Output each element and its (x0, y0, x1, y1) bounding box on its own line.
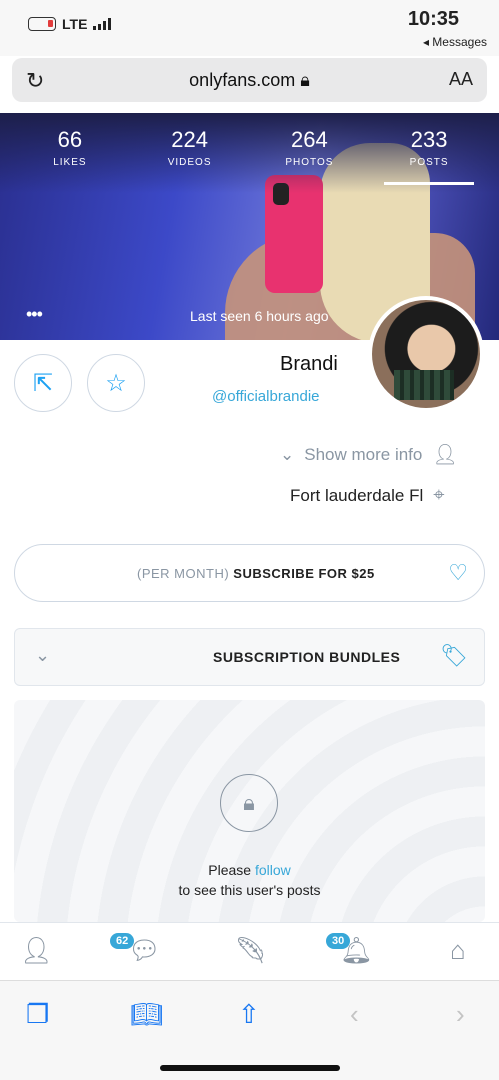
photos-label: PHOTOS (285, 157, 334, 168)
star-icon: ☆ (105, 369, 127, 397)
profile-handle[interactable]: @officialbrandie (212, 388, 320, 405)
stat-photos[interactable]: 264 PHOTOS (264, 127, 354, 187)
avatar[interactable] (368, 296, 484, 412)
share-icon: ⇱ (32, 369, 54, 397)
subscribe-price: SUBSCRIBE FOR $25 (233, 566, 375, 581)
home-icon[interactable]: ⌂ (450, 935, 466, 966)
follow-link[interactable]: follow (255, 862, 291, 878)
likes-label: LIKES (53, 157, 87, 168)
favorite-button[interactable]: ☆ (87, 354, 145, 412)
home-indicator (160, 1065, 340, 1071)
last-seen: Last seen 6 hours ago (190, 308, 329, 324)
posts-count: 233 (410, 127, 448, 152)
more-options-icon[interactable]: ••• (26, 304, 43, 325)
app-nav: 👤︎ 💬︎ 62 🪶︎ 🔔︎ 30 ⌂ (0, 922, 499, 980)
please-text: Please (208, 862, 252, 878)
share-button[interactable]: ⇱ (14, 354, 72, 412)
subscribe-label: (PER MONTH) SUBSCRIBE FOR $25 (137, 566, 375, 581)
feather-icon[interactable]: 🪶︎ (234, 935, 267, 966)
bundles-label: SUBSCRIPTION BUNDLES (213, 649, 401, 665)
status-time: 10:35 (407, 8, 459, 30)
posts-label: POSTS (409, 157, 449, 168)
price-tag-icon: 🏷︎ (440, 643, 468, 668)
likes-count: 66 (57, 127, 83, 152)
location-label: Fort lauderdale Fl (290, 485, 424, 505)
follow-prompt: Please follow to see this user's posts (14, 860, 485, 900)
tabs-icon[interactable]: ❐ (26, 999, 49, 1030)
lock-icon: 🔒︎ (300, 70, 310, 90)
chevron-down-icon: ⌄ (35, 645, 51, 665)
url-bar[interactable]: ↻ onlyfans.com 🔒︎ AA (12, 58, 487, 102)
status-bar: LTE 10:35 ◂ Messages (0, 0, 499, 56)
subscribe-period: (PER MONTH) (137, 566, 230, 581)
text-size-button[interactable]: AA (449, 69, 473, 90)
notifications-badge: 30 (326, 933, 351, 949)
url-domain: onlyfans.com 🔒︎ (12, 70, 487, 91)
locked-posts-panel: 🔒︎ Please follow to see this user's post… (14, 700, 485, 922)
bookmarks-icon[interactable]: 📖︎ (130, 999, 163, 1030)
signal-icon (93, 18, 112, 30)
add-user-icon: ♡ (448, 560, 468, 585)
profile-icon[interactable]: 👤︎ (20, 935, 53, 966)
profile-name: Brandi (280, 353, 338, 375)
safari-toolbar: ❐ 📖︎ ⇧ ‹ › (0, 980, 499, 1080)
battery-icon (28, 17, 56, 31)
domain-text: onlyfans.com (189, 70, 296, 90)
follow-rest-text: to see this user's posts (178, 882, 321, 898)
stat-likes[interactable]: 66 LIKES (25, 127, 115, 187)
location-pin-icon: ⌖ (433, 484, 445, 506)
subscribe-button[interactable]: (PER MONTH) SUBSCRIBE FOR $25 ♡ (14, 544, 485, 602)
stat-posts[interactable]: 233 POSTS (384, 127, 475, 185)
show-more-label: Show more info (304, 444, 423, 464)
back-to-messages[interactable]: ◂ Messages (423, 35, 487, 49)
stats-bar: 66 LIKES 224 VIDEOS 264 PHOTOS 233 POSTS (0, 127, 499, 187)
subscription-bundles[interactable]: ⌄ SUBSCRIPTION BUNDLES 🏷︎ (14, 628, 485, 686)
forward-icon[interactable]: › (456, 999, 465, 1030)
chevron-down-icon: ⌄ (280, 444, 295, 464)
videos-label: VIDEOS (167, 157, 212, 168)
photos-count: 264 (291, 127, 328, 152)
share-icon[interactable]: ⇧ (238, 999, 260, 1030)
location-row: Fort lauderdale Fl ⌖ (290, 484, 445, 507)
back-icon[interactable]: ‹ (350, 999, 359, 1030)
messages-badge: 62 (110, 933, 135, 949)
network-label: LTE (62, 16, 88, 32)
show-more-info[interactable]: ⌄ Show more info 👤︎ (280, 442, 458, 467)
lock-icon: 🔒︎ (220, 774, 278, 832)
stat-videos[interactable]: 224 VIDEOS (145, 127, 235, 187)
videos-count: 224 (171, 127, 208, 152)
status-left: LTE (28, 16, 112, 32)
user-icon: 👤︎ (432, 444, 458, 466)
